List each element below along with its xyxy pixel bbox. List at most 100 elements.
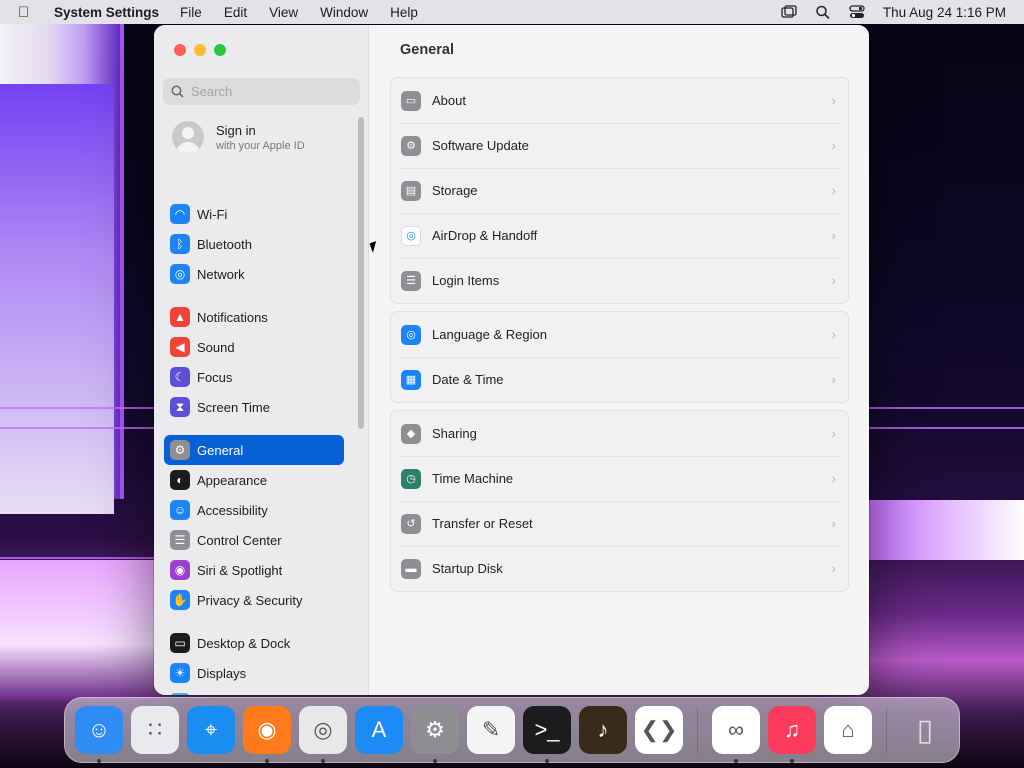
chevron-right-icon: ›	[831, 516, 836, 531]
chevron-right-icon: ›	[831, 426, 836, 441]
sidebar-item-label: Wi-Fi	[197, 206, 228, 222]
sidebar-item-label: General	[197, 442, 244, 458]
sidebar-scrollbar[interactable]	[358, 117, 364, 429]
window-controls	[174, 44, 226, 56]
system-settings-icon[interactable]: ⚙	[411, 706, 459, 763]
wallpaper-icon: ❀	[170, 693, 190, 695]
sidebar-item-privacy-security[interactable]: ✋ Privacy & Security	[164, 585, 344, 615]
running-indicator	[97, 759, 101, 763]
zoom-button[interactable]	[214, 44, 226, 56]
app-store-icon[interactable]: A	[355, 706, 403, 754]
row-label: Startup Disk	[432, 561, 503, 576]
gear-icon: ⚙	[170, 440, 190, 460]
trash-icon[interactable]: ▯	[901, 706, 949, 754]
row-language-region[interactable]: ◎ Language & Region ›	[391, 312, 848, 357]
safari-icon[interactable]: ⌖	[187, 706, 235, 754]
sidebar-item-sound[interactable]: ◀ Sound	[164, 332, 344, 362]
sidebar-item-notifications[interactable]: ▲ Notifications	[164, 302, 344, 332]
search-field[interactable]	[163, 78, 360, 105]
screen-mirroring-icon[interactable]	[781, 5, 797, 19]
chevron-right-icon: ›	[831, 273, 836, 288]
sidebar-item-wallpaper[interactable]: ❀Wallpaper	[164, 688, 344, 695]
disk-icon: ▬	[401, 558, 421, 579]
menu-window[interactable]: Window	[320, 5, 368, 20]
calendar-clock-icon: ▦	[401, 369, 421, 390]
row-transfer-or-reset[interactable]: ↺ Transfer or Reset ›	[391, 501, 848, 546]
sidebar-item-accessibility[interactable]: ☺ Accessibility	[164, 495, 344, 525]
sidebar-item-focus[interactable]: ☾ Focus	[164, 362, 344, 392]
row-date-time[interactable]: ▦ Date & Time ›	[391, 357, 848, 402]
row-storage[interactable]: ▤ Storage ›	[391, 168, 848, 213]
system-settings-window: Sign in with your Apple ID ◠ Wi-Fi ᛒ Blueto…	[154, 25, 869, 695]
sidebar-item-bluetooth[interactable]: ᛒ Bluetooth	[164, 229, 344, 259]
sidebar-item-general[interactable]: ⚙ General	[164, 435, 344, 465]
sidebar-item-label: Appearance	[197, 472, 268, 488]
hourglass-icon: ⧗	[170, 397, 190, 417]
chevron-right-icon: ›	[831, 372, 836, 387]
minimize-button[interactable]	[194, 44, 206, 56]
wifi-icon: ◠	[170, 204, 190, 224]
firefox-icon[interactable]: ◉	[243, 706, 291, 763]
sidebar-item-displays[interactable]: ☀ Displays	[164, 658, 344, 688]
textedit-icon[interactable]: ✎	[467, 706, 515, 754]
sidebar-item-label: Screen Time	[197, 399, 270, 415]
sidebar-item-screen-time[interactable]: ⧗ Screen Time	[164, 392, 344, 422]
airdrop-icon: ◎	[401, 225, 421, 246]
row-startup-disk[interactable]: ▬ Startup Disk ›	[391, 546, 848, 591]
sidebar-item-label: Siri & Spotlight	[197, 562, 283, 578]
sidebar-item-label: Desktop & Dock	[197, 635, 291, 651]
row-label: Language & Region	[432, 327, 547, 342]
menu-view[interactable]: View	[269, 5, 298, 20]
bluetooth-icon: ᛒ	[170, 234, 190, 254]
sidebar-item-siri-spotlight[interactable]: ◉ Siri & Spotlight	[164, 555, 344, 585]
control-center-icon: ☰	[170, 530, 190, 550]
sidebar-section: ◠ Wi-Fi ᛒ Bluetooth ◎ Network	[164, 199, 344, 289]
home-icon[interactable]: ⌂	[824, 706, 872, 754]
row-login-items[interactable]: ☰ Login Items ›	[391, 258, 848, 303]
control-center-icon[interactable]	[849, 5, 865, 19]
search-input[interactable]	[191, 84, 351, 99]
menu-clock[interactable]: Thu Aug 24 1:16 PM	[883, 5, 1006, 20]
apple-menu-icon[interactable]: 	[18, 4, 44, 21]
row-software-update[interactable]: ⚙ Software Update ›	[391, 123, 848, 168]
avatar	[172, 121, 204, 153]
vscode-icon[interactable]: ❮❯	[635, 706, 683, 754]
sidebar-item-network[interactable]: ◎ Network	[164, 259, 344, 289]
sidebar-section: ▭ Desktop & Dock ☀ Displays ❀Wallpaper	[164, 628, 344, 695]
sidebar-item-label: Notifications	[197, 309, 268, 325]
menu-help[interactable]: Help	[390, 5, 418, 20]
signin-title: Sign in	[216, 122, 256, 138]
terminal-icon[interactable]: >_	[523, 706, 571, 763]
chevron-right-icon: ›	[831, 561, 836, 576]
row-about[interactable]: ▭ About ›	[391, 78, 848, 123]
sidebar-item-label: Displays	[197, 665, 247, 681]
sidebar-item-appearance[interactable]: ◐ Appearance	[164, 465, 344, 495]
close-button[interactable]	[174, 44, 186, 56]
app-menu[interactable]: System Settings	[54, 5, 159, 20]
settings-group: ▭ About › ⚙ Software Update › ▤ Storage › ◎ AirDro…	[390, 77, 849, 304]
sidebar-item-desktop-dock[interactable]: ▭ Desktop & Dock	[164, 628, 344, 658]
chrome-icon[interactable]: ◎	[299, 706, 347, 763]
apple-id-signin[interactable]: Sign in with your Apple ID	[172, 121, 305, 153]
visual-studio-icon[interactable]: ∞	[712, 706, 760, 763]
row-time-machine[interactable]: ◷ Time Machine ›	[391, 456, 848, 501]
appearance-icon: ◐	[170, 470, 190, 490]
sidebar-item-wi-fi[interactable]: ◠ Wi-Fi	[164, 199, 344, 229]
sidebar-item-control-center[interactable]: ☰ Control Center	[164, 525, 344, 555]
spotlight-search-icon[interactable]	[815, 5, 831, 19]
menu-edit[interactable]: Edit	[224, 5, 247, 20]
music-icon[interactable]: ♫	[768, 706, 816, 763]
finder-icon[interactable]: ☺	[75, 706, 123, 763]
search-icon	[171, 85, 184, 98]
chevron-right-icon: ›	[831, 183, 836, 198]
running-indicator	[433, 759, 437, 763]
wallpaper-glow	[0, 560, 160, 700]
dock-separator	[886, 707, 887, 753]
row-sharing[interactable]: ◆ Sharing ›	[391, 411, 848, 456]
row-label: Time Machine	[432, 471, 514, 486]
network-globe-icon: ◎	[170, 264, 190, 284]
launchpad-icon[interactable]: ∷	[131, 706, 179, 754]
garageband-icon[interactable]: ♪	[579, 706, 627, 754]
menu-file[interactable]: File	[180, 5, 202, 20]
row-airdrop-handoff[interactable]: ◎ AirDrop & Handoff ›	[391, 213, 848, 258]
